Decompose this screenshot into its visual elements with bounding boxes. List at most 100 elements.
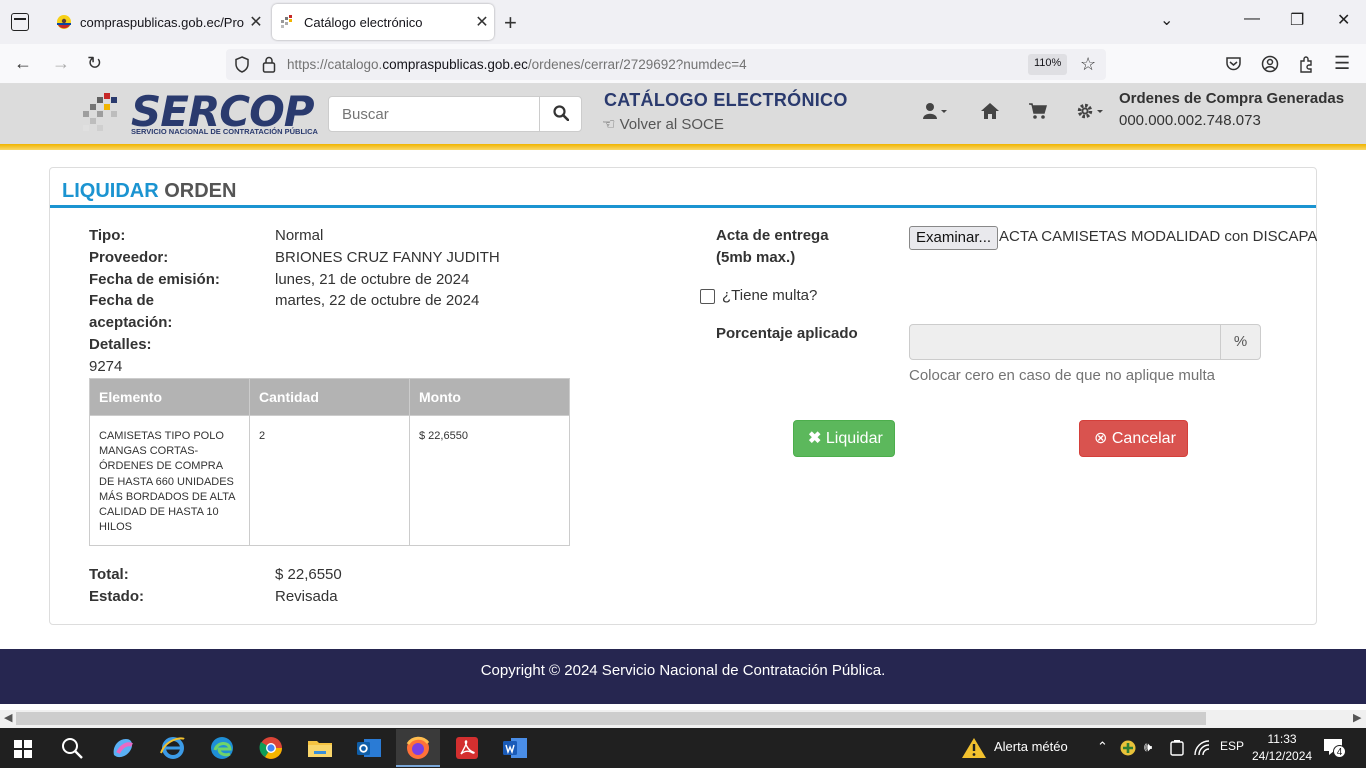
forward-arrow-icon[interactable]: → — [52, 53, 70, 74]
logo-tagline: SERVICIO NACIONAL DE CONTRATACIÓN PÚBLIC… — [131, 127, 318, 136]
liquidar-button[interactable]: ✖ Liquidar — [793, 420, 895, 457]
gear-icon — [1077, 103, 1103, 119]
cart-button[interactable] — [1028, 102, 1048, 125]
header-stripe — [0, 144, 1366, 150]
internet-explorer-icon[interactable] — [158, 733, 188, 763]
user-icon — [923, 103, 947, 119]
lock-icon[interactable] — [262, 56, 276, 73]
fecha-aceptacion-label: Fecha de aceptación: — [89, 292, 173, 331]
weather-alert-text[interactable]: Alerta météo — [994, 739, 1068, 754]
list-all-tabs-icon[interactable]: ⌄ — [1160, 10, 1173, 30]
back-arrow-icon[interactable]: ← — [14, 53, 32, 74]
title-divider — [50, 205, 1316, 208]
hand-pointer-icon: ☜ — [602, 116, 616, 133]
porcentaje-input[interactable] — [909, 324, 1221, 360]
fecha-emision-value: lunes, 21 de octubre de 2024 — [275, 271, 470, 288]
address-bar[interactable]: https://catalogo.compraspublicas.gob.ec/… — [226, 49, 1106, 80]
battery-icon[interactable] — [1170, 740, 1184, 756]
show-hidden-icons-icon[interactable]: ⌃ — [1097, 739, 1108, 755]
browser-tab-catalogo[interactable]: Catálogo electrónico ✕ — [272, 4, 494, 40]
scroll-right-icon[interactable]: ▶ — [1353, 711, 1361, 724]
porcentaje-input-group: % — [909, 324, 1262, 360]
liquidar-orden-panel: LIQUIDAR ORDEN Tipo: Normal Proveedor: B… — [49, 167, 1317, 625]
scroll-left-icon[interactable]: ◀ — [4, 711, 12, 724]
file-explorer-icon[interactable] — [305, 733, 335, 763]
input-language[interactable]: ESP — [1220, 739, 1244, 753]
porcentaje-label: Porcentaje aplicado — [716, 325, 858, 342]
windows-start-icon[interactable] — [14, 740, 32, 758]
proveedor-value: BRIONES CRUZ FANNY JUDITH — [275, 249, 500, 266]
tab-title: compraspublicas.gob.ec/Proce — [80, 14, 244, 30]
bookmark-star-icon[interactable]: ☆ — [1080, 54, 1096, 75]
clock-time: 11:33 — [1267, 732, 1297, 746]
table-row: CAMISETAS TIPO POLO MANGAS CORTAS-ÓRDENE… — [89, 414, 570, 547]
logo-squares-icon — [83, 93, 117, 131]
home-button[interactable] — [980, 102, 1000, 125]
copilot-icon[interactable] — [108, 733, 138, 763]
page-title: LIQUIDAR ORDEN — [62, 180, 237, 202]
ecuador-flag-icon — [57, 15, 71, 29]
reload-icon[interactable]: ↻ — [87, 53, 102, 74]
tiene-multa-label[interactable]: ¿Tiene multa? — [722, 285, 817, 307]
shield-icon[interactable] — [234, 56, 250, 73]
sercop-logo[interactable]: SERCOP SERVICIO NACIONAL DE CONTRATACIÓN… — [83, 87, 318, 139]
weather-alert-icon[interactable] — [961, 737, 987, 759]
chrome-icon[interactable] — [256, 733, 286, 763]
close-window-icon[interactable]: ✕ — [1337, 10, 1350, 30]
tab-title: Catálogo electrónico — [304, 14, 423, 30]
notification-center[interactable]: 4 — [1323, 738, 1346, 758]
search-icon[interactable] — [60, 736, 84, 760]
tab-list-icon[interactable] — [11, 13, 29, 31]
total-value: $ 22,6550 — [275, 566, 342, 583]
close-tab-icon[interactable]: ✕ — [244, 12, 268, 32]
browser-tab-compraspublicas[interactable]: compraspublicas.gob.ec/Proce ✕ — [48, 4, 268, 40]
horizontal-scrollbar[interactable]: ◀ ▶ — [0, 710, 1366, 728]
cancelar-button[interactable]: ⊗ Cancelar — [1079, 420, 1188, 457]
network-icon[interactable] — [1194, 740, 1210, 756]
system-clock[interactable]: 11:33 24/12/2024 — [1252, 731, 1312, 765]
orders-generated: Ordenes de Compra Generadas 000.000.002.… — [1119, 88, 1344, 132]
word-icon[interactable] — [500, 733, 530, 763]
url-text[interactable]: https://catalogo.compraspublicas.gob.ec/… — [287, 57, 747, 72]
user-dropdown[interactable] — [922, 102, 948, 125]
scrollbar-thumb[interactable] — [16, 712, 1206, 725]
tiene-multa-checkbox[interactable] — [700, 289, 715, 304]
zoom-level-badge[interactable]: 110% — [1028, 54, 1068, 75]
browser-tab-strip: compraspublicas.gob.ec/Proce ✕ Catálogo … — [0, 0, 1366, 44]
site-footer: Copyright © 2024 Servicio Nacional de Co… — [0, 649, 1366, 704]
browser-navigation-bar: ← → ↻ https://catalogo.compraspublicas.g… — [0, 44, 1366, 84]
search-input[interactable] — [328, 96, 540, 132]
extensions-icon[interactable] — [1298, 55, 1315, 73]
pocket-icon[interactable] — [1225, 56, 1242, 72]
taskbar-firefox-active[interactable] — [396, 729, 440, 767]
clock-date: 24/12/2024 — [1252, 749, 1313, 763]
restore-icon[interactable]: ❐ — [1290, 10, 1304, 30]
cell-cantidad: 2 — [249, 414, 410, 547]
minimize-icon[interactable]: — — [1244, 10, 1260, 28]
outlook-icon[interactable] — [354, 733, 384, 763]
browse-file-button[interactable]: Examinar... — [909, 226, 999, 250]
menu-icon[interactable]: ☰ — [1334, 53, 1350, 74]
home-icon — [981, 103, 999, 119]
acta-entrega-label: Acta de entrega (5mb max.) — [716, 227, 829, 266]
search-button[interactable] — [539, 96, 582, 132]
back-to-soce-link[interactable]: ☜ Volver al SOCE — [602, 115, 724, 133]
column-header-elemento: Elemento — [89, 378, 250, 416]
edge-icon[interactable] — [207, 733, 237, 763]
site-header: SERCOP SERVICIO NACIONAL DE CONTRATACIÓN… — [0, 84, 1366, 144]
settings-dropdown[interactable] — [1076, 102, 1104, 125]
acrobat-icon[interactable] — [452, 733, 482, 763]
volume-icon[interactable]: 🕪 — [1144, 739, 1152, 755]
circle-x-icon: ⊗ — [1094, 430, 1108, 447]
detalles-value: 9274 — [89, 358, 123, 375]
close-tab-icon[interactable]: ✕ — [470, 12, 494, 32]
new-tab-icon[interactable]: + — [504, 10, 517, 36]
account-icon[interactable] — [1261, 55, 1279, 73]
fecha-emision-label: Fecha de emisión: — [89, 271, 220, 288]
estado-value: Revisada — [275, 588, 338, 605]
cell-elemento: CAMISETAS TIPO POLO MANGAS CORTAS-ÓRDENE… — [89, 414, 250, 547]
vpn-status-icon[interactable] — [1120, 740, 1136, 756]
cell-monto: $ 22,6550 — [409, 414, 570, 547]
search-bar — [328, 96, 582, 132]
percent-addon: % — [1220, 324, 1261, 360]
